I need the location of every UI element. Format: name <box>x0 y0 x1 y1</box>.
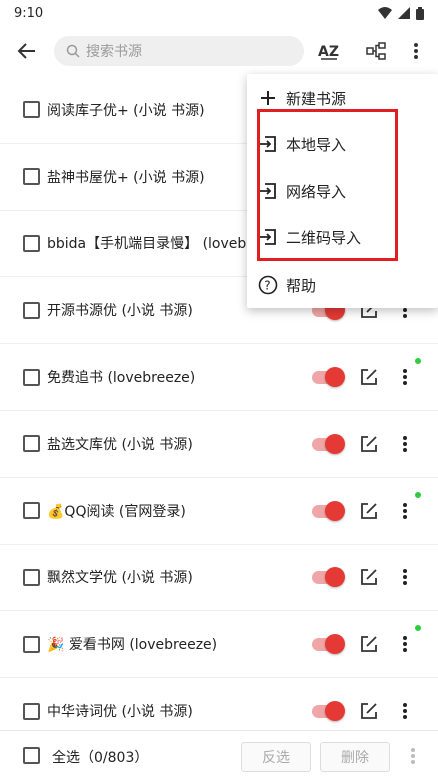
source-row[interactable]: 免费追书 (lovebreeze) <box>0 344 438 411</box>
source-name: 免费追书 (lovebreeze) <box>47 370 196 387</box>
edit-icon[interactable] <box>359 501 379 521</box>
source-row[interactable]: 💰QQ阅读 (官网登录) <box>0 478 438 545</box>
menu-item-help[interactable]: ? 帮助 <box>247 262 438 308</box>
status-icons <box>378 6 424 20</box>
hierarchy-icon <box>366 42 386 60</box>
more-vertical-icon[interactable] <box>400 567 410 587</box>
edit-icon[interactable] <box>359 367 379 387</box>
wifi-icon <box>378 7 392 19</box>
update-dot <box>415 358 421 365</box>
source-checkbox[interactable] <box>23 101 40 119</box>
source-name: 盐选文库优 (小说 书源) <box>47 436 193 453</box>
svg-text:?: ? <box>264 279 270 293</box>
source-checkbox[interactable] <box>23 368 40 386</box>
battery-icon <box>416 6 424 20</box>
source-row[interactable]: 飘然文学优 (小说 书源) <box>0 545 438 612</box>
select-all-label[interactable]: 全选（0/803） <box>52 747 148 767</box>
bottom-more-icon[interactable] <box>410 747 416 765</box>
more-vertical-icon[interactable] <box>400 634 410 654</box>
help-icon: ? <box>258 275 278 295</box>
source-checkbox[interactable] <box>23 702 40 720</box>
overflow-menu-button[interactable] <box>401 36 431 66</box>
update-dot <box>415 491 421 498</box>
status-bar: 9:10 <box>0 0 438 26</box>
enable-toggle[interactable] <box>312 566 345 588</box>
sort-az-icon: AZ <box>318 44 339 60</box>
search-icon <box>66 44 80 58</box>
enable-toggle[interactable] <box>312 366 345 388</box>
plus-icon <box>261 91 275 105</box>
edit-icon[interactable] <box>359 634 379 654</box>
enable-toggle[interactable] <box>312 700 345 722</box>
enable-toggle[interactable] <box>312 433 345 455</box>
sort-button[interactable]: AZ <box>314 36 344 66</box>
source-name: 🎉 爱看书网 (lovebreeze) <box>47 637 218 654</box>
source-checkbox[interactable] <box>23 168 40 186</box>
highlight-box <box>257 109 398 261</box>
source-checkbox[interactable] <box>23 301 40 319</box>
menu-item-label: 帮助 <box>286 276 317 295</box>
source-name: 飘然文学优 (小说 书源) <box>47 570 193 587</box>
edit-icon[interactable] <box>359 567 379 587</box>
source-checkbox[interactable] <box>23 568 40 586</box>
select-all-checkbox[interactable] <box>23 747 40 764</box>
delete-button[interactable]: 删除 <box>320 742 390 772</box>
source-checkbox[interactable] <box>23 635 40 653</box>
source-name: 开源书源优 (小说 书源) <box>47 303 193 320</box>
back-button[interactable] <box>12 36 42 66</box>
source-name: 盐神书屋优+ (小说 书源) <box>47 169 205 186</box>
bottom-bar: 全选（0/803） 反选 删除 <box>0 730 438 780</box>
search-placeholder: 搜索书源 <box>86 44 142 60</box>
search-input[interactable]: 搜索书源 <box>54 36 304 66</box>
more-vertical-icon[interactable] <box>400 367 410 387</box>
svg-text:AZ: AZ <box>318 44 339 60</box>
source-checkbox[interactable] <box>23 234 40 252</box>
menu-item-label: 新建书源 <box>286 89 347 108</box>
source-name: 💰QQ阅读 (官网登录) <box>47 503 186 520</box>
edit-icon[interactable] <box>359 434 379 454</box>
enable-toggle[interactable] <box>312 633 345 655</box>
more-vertical-icon[interactable] <box>400 501 410 521</box>
more-vertical-icon[interactable] <box>400 434 410 454</box>
more-vertical-icon <box>414 43 418 59</box>
source-row[interactable]: 🎉 爱看书网 (lovebreeze) <box>0 611 438 679</box>
more-vertical-icon[interactable] <box>400 701 410 721</box>
signal-icon <box>398 7 410 19</box>
edit-icon[interactable] <box>359 701 379 721</box>
arrow-left-icon <box>17 43 35 59</box>
source-checkbox[interactable] <box>23 502 40 520</box>
invert-selection-button[interactable]: 反选 <box>241 742 311 772</box>
source-name: 阅读库子优+ (小说 书源) <box>47 102 205 119</box>
status-time: 9:10 <box>14 5 44 21</box>
source-row[interactable]: 盐选文库优 (小说 书源) <box>0 411 438 478</box>
app-bar: 搜索书源 AZ <box>0 26 438 76</box>
group-button[interactable] <box>361 36 391 66</box>
update-dot <box>415 625 421 632</box>
source-name: 中华诗词优 (小说 书源) <box>47 704 193 721</box>
source-checkbox[interactable] <box>23 435 40 453</box>
enable-toggle[interactable] <box>312 500 345 522</box>
